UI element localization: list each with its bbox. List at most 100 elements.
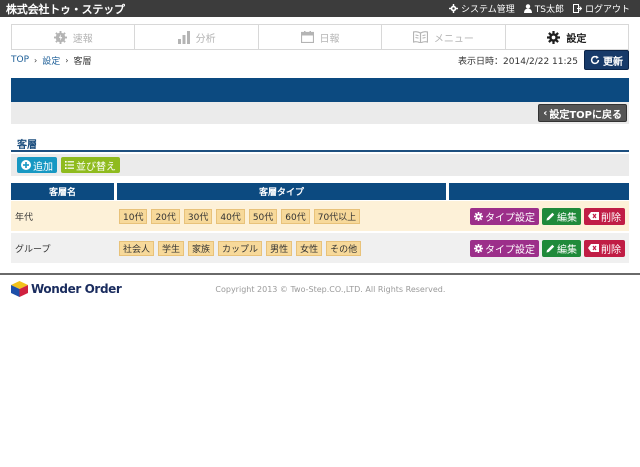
column-header-name: 客層名 (11, 183, 114, 200)
display-time: 表示日時：2014/2/22 11:25 (458, 56, 578, 67)
row-actions: タイプ設定 編集 削除 (449, 239, 629, 257)
table-header: 客層名 客層タイプ (11, 183, 629, 200)
type-settings-button[interactable]: タイプ設定 (470, 207, 539, 225)
type-tag: 30代 (183, 208, 213, 224)
refresh-button[interactable]: 更新 (584, 50, 629, 70)
refresh-icon (590, 55, 600, 65)
top-links: システム管理 TS太郎 ログアウト (449, 2, 630, 15)
logo-text: Wonder Order (31, 282, 122, 296)
delete-button[interactable]: 削除 (584, 207, 625, 225)
gear-icon (474, 243, 483, 253)
type-settings-button[interactable]: タイプ設定 (470, 239, 539, 257)
type-tag: 女性 (296, 240, 323, 256)
user-icon (523, 4, 532, 13)
breadcrumb-separator: › (34, 55, 38, 65)
breadcrumb-row: TOP › 設定 › 客層 表示日時：2014/2/22 11:25 更新 (11, 50, 629, 70)
nav-tab-label: 設定 (566, 33, 587, 45)
breadcrumb-top[interactable]: TOP (11, 55, 29, 65)
nav-tab-label: メニュー (433, 33, 474, 45)
cube-logo-icon (11, 281, 28, 297)
type-tag: 60代 (281, 208, 310, 224)
nav-tab-settings[interactable]: 設定 (505, 25, 629, 49)
top-bar: 株式会社トゥ・ステップ システム管理 TS太郎 ログアウト (0, 0, 640, 17)
gear-icon (474, 211, 483, 221)
gear-icon (547, 30, 561, 44)
table-row: グループ 社会人 学生 家族 カップル 男性 女性 その他 タイプ設定 編集 削… (11, 233, 629, 263)
edit-label: 編集 (557, 212, 577, 224)
row-types: 10代 20代 30代 40代 50代 60代 70代以上 (117, 208, 449, 224)
nav-tab-analysis[interactable]: 分析 (135, 25, 259, 49)
plus-circle-icon (21, 160, 31, 170)
copyright: Copyright 2013 © Two-Step.CO.,LTD. All R… (215, 284, 446, 294)
nav-tab-label: 速報 (72, 33, 93, 45)
type-settings-label: タイプ設定 (485, 212, 535, 224)
back-label: 設定TOPに戻る (549, 109, 622, 121)
blue-title-bar (11, 78, 629, 102)
main-nav: 速報 分析 日報 メニュー 設定 (11, 24, 629, 50)
type-tag: 学生 (158, 240, 185, 256)
row-actions: タイプ設定 編集 削除 (449, 207, 629, 225)
book-icon (412, 31, 428, 43)
add-label: 追加 (33, 161, 53, 173)
action-toolbar: 追加 並び替え (11, 154, 629, 176)
add-button[interactable]: 追加 (17, 157, 57, 173)
breadcrumb-current: 客層 (73, 56, 92, 67)
gear-icon (449, 4, 459, 13)
delete-icon (588, 244, 599, 252)
section-title: 客層 (11, 133, 629, 152)
type-tag: カップル (218, 240, 263, 256)
calendar-icon (300, 31, 314, 43)
type-settings-label: タイプ設定 (485, 244, 535, 256)
user-link[interactable]: TS太郎 (523, 2, 564, 15)
column-header-types: 客層タイプ (117, 183, 446, 200)
delete-icon (588, 212, 599, 220)
bolt-gear-icon (53, 30, 67, 44)
type-tag: 50代 (248, 208, 278, 224)
back-to-settings-button[interactable]: ‹ 設定TOPに戻る (538, 104, 627, 122)
sort-label: 並び替え (76, 161, 116, 173)
delete-label: 削除 (601, 212, 621, 224)
list-icon (65, 161, 74, 169)
logout-icon (572, 4, 582, 13)
refresh-label: 更新 (603, 56, 623, 68)
type-tag: 70代以上 (313, 208, 361, 224)
edit-label: 編集 (557, 244, 577, 256)
type-tag: その他 (326, 240, 362, 256)
nav-tab-daily[interactable]: 日報 (259, 25, 383, 49)
logout-label: ログアウト (584, 5, 630, 15)
logout-link[interactable]: ログアウト (572, 2, 630, 15)
row-name: グループ (15, 244, 51, 255)
delete-label: 削除 (601, 244, 621, 256)
nav-tab-label: 分析 (195, 33, 216, 45)
type-tag: 10代 (119, 208, 148, 224)
table-row: 年代 10代 20代 30代 40代 50代 60代 70代以上 タイプ設定 編… (11, 201, 629, 231)
breadcrumb-separator: › (65, 55, 69, 65)
back-bar: ‹ 設定TOPに戻る (11, 102, 629, 124)
chevron-left-icon: ‹ (543, 107, 548, 119)
refresh-area: 表示日時：2014/2/22 11:25 更新 (458, 50, 629, 70)
type-tag: 家族 (188, 240, 215, 256)
row-types: 社会人 学生 家族 カップル 男性 女性 その他 (117, 240, 449, 256)
edit-button[interactable]: 編集 (542, 239, 581, 257)
footer: Wonder Order Copyright 2013 © Two-Step.C… (11, 280, 629, 298)
nav-tab-flash[interactable]: 速報 (12, 25, 136, 49)
type-tag: 男性 (266, 240, 293, 256)
breadcrumb: TOP › 設定 › 客層 (11, 54, 91, 67)
bar-chart-icon (177, 30, 190, 44)
row-name: 年代 (15, 212, 34, 223)
footer-divider (0, 273, 640, 275)
sort-button[interactable]: 並び替え (61, 157, 120, 173)
breadcrumb-settings[interactable]: 設定 (42, 54, 60, 67)
edit-button[interactable]: 編集 (542, 207, 581, 225)
delete-button[interactable]: 削除 (584, 239, 625, 257)
user-label: TS太郎 (534, 5, 564, 15)
type-tag: 40代 (216, 208, 245, 224)
system-admin-label: システム管理 (461, 5, 515, 15)
type-tag: 社会人 (119, 240, 155, 256)
type-tag: 20代 (151, 208, 180, 224)
nav-tab-menu[interactable]: メニュー (382, 25, 506, 49)
pencil-icon (546, 244, 555, 252)
customer-segment-table: 客層名 客層タイプ 年代 10代 20代 30代 40代 50代 60代 70代… (11, 183, 629, 263)
wonder-order-logo: Wonder Order (11, 281, 122, 297)
system-admin-link[interactable]: システム管理 (449, 2, 515, 15)
